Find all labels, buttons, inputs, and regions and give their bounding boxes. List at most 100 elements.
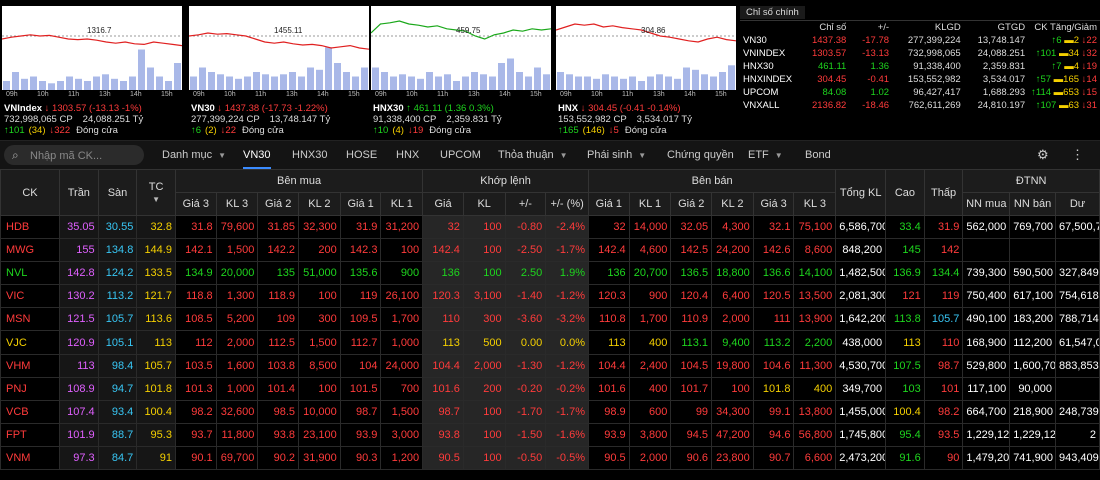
symbol[interactable]: NVL: [0, 261, 60, 286]
ask-cell[interactable]: 2,400: [628, 353, 672, 378]
bid-cell[interactable]: 8,500: [298, 353, 341, 378]
bid-cell[interactable]: 2,000: [215, 330, 259, 355]
ask-cell[interactable]: 104.5: [670, 353, 713, 378]
index-row[interactable]: UPCOM 84.08 1.02 96,427,417 1,688.293 ↑114 ▬6…: [740, 86, 1100, 99]
ask-cell[interactable]: 110.8: [587, 307, 630, 332]
mini-chart-vn30[interactable]: 1455.11 09h 10h 11h 13h 14h 15h VN30 ↓ 1437.38 …: [189, 6, 369, 136]
ask-cell[interactable]: 142.5: [670, 238, 713, 263]
bid-cell[interactable]: 1,300: [215, 284, 259, 309]
ask-cell[interactable]: 400: [628, 376, 672, 401]
symbol[interactable]: PNJ: [0, 376, 60, 401]
ask-cell[interactable]: 4,600: [628, 238, 672, 263]
symbol[interactable]: VIC: [0, 284, 60, 309]
bid-cell[interactable]: 108.5: [174, 307, 217, 332]
bid-cell[interactable]: 5,200: [215, 307, 259, 332]
symbol[interactable]: VNM: [0, 445, 60, 471]
bid-cell[interactable]: 26,100: [380, 284, 424, 309]
table-row[interactable]: VIC 130.2 113.2 121.7 118.8 1,300 118.9 100 119 2…: [0, 284, 1100, 309]
ask-cell[interactable]: 90.5: [587, 445, 630, 471]
bid-cell[interactable]: 142.3: [339, 238, 382, 263]
ask-cell[interactable]: 900: [628, 284, 672, 309]
bid-cell[interactable]: 900: [380, 261, 424, 286]
col-kl-2[interactable]: KL 2: [711, 192, 754, 216]
table-row[interactable]: VJC 120.9 105.1 113 112 2,000 112.5 1,500 112.7 1…: [0, 330, 1100, 355]
table-row[interactable]: VNM 97.3 84.7 91 90.1 69,700 90.2 31,900 90.3 1,2…: [0, 445, 1100, 471]
ask-cell[interactable]: 90.7: [752, 445, 795, 471]
ask-cell[interactable]: 110.9: [670, 307, 713, 332]
col-gi-2[interactable]: Giá 2: [257, 192, 300, 216]
bid-cell[interactable]: 90.2: [257, 445, 300, 471]
col--[interactable]: +/- (%): [545, 192, 589, 216]
ask-cell[interactable]: 2,000: [711, 307, 754, 332]
ask-cell[interactable]: 24,200: [711, 238, 754, 263]
bid-cell[interactable]: 1,500: [380, 399, 424, 424]
bid-cell[interactable]: 1,500: [298, 330, 341, 355]
bid-cell[interactable]: 109: [257, 307, 300, 332]
ask-cell[interactable]: 14,000: [628, 214, 672, 240]
bid-cell[interactable]: 69,700: [215, 445, 259, 471]
table-row[interactable]: HDB 35.05 30.55 32.8 31.8 79,600 31.85 32,300 31…: [0, 214, 1100, 240]
index-row[interactable]: HNXINDEX 304.45 -0.41 153,552,982 3,534.017 ↑…: [740, 73, 1100, 86]
ask-cell[interactable]: 20,700: [628, 261, 672, 286]
symbol[interactable]: HDB: [0, 214, 60, 240]
symbol[interactable]: MWG: [0, 238, 60, 263]
bid-cell[interactable]: 142.1: [174, 238, 217, 263]
ask-cell[interactable]: 2,200: [793, 330, 837, 355]
ask-cell[interactable]: 9,400: [711, 330, 754, 355]
ask-cell[interactable]: 94.5: [670, 422, 713, 447]
ask-cell[interactable]: 400: [793, 376, 837, 401]
table-row[interactable]: NVL 142.8 124.2 133.5 134.9 20,000 135 51,000 13…: [0, 261, 1100, 286]
ask-cell[interactable]: 98.9: [587, 399, 630, 424]
ask-cell[interactable]: 113.1: [670, 330, 713, 355]
gear-icon[interactable]: ⚙: [1037, 141, 1049, 169]
ask-cell[interactable]: 13,800: [793, 399, 837, 424]
tab-hnx30[interactable]: HNX30: [292, 141, 327, 169]
ask-cell[interactable]: 104.6: [752, 353, 795, 378]
col-low[interactable]: Thấp: [923, 169, 964, 216]
bid-cell[interactable]: 23,100: [298, 422, 341, 447]
bid-cell[interactable]: 31.8: [174, 214, 217, 240]
col-ceiling[interactable]: Trần: [59, 169, 99, 216]
col-kl-1[interactable]: KL 1: [380, 192, 424, 216]
bid-cell[interactable]: 101.3: [174, 376, 217, 401]
symbol[interactable]: FPT: [0, 422, 60, 447]
symbol[interactable]: VHM: [0, 353, 60, 378]
index-row[interactable]: VN30 1437.38 -17.78 277,399,224 13,748.147 ↑6…: [740, 34, 1100, 47]
bid-cell[interactable]: 31,200: [380, 214, 424, 240]
bid-cell[interactable]: 10,000: [298, 399, 341, 424]
bid-cell[interactable]: 1,000: [380, 330, 424, 355]
bid-cell[interactable]: 300: [298, 307, 341, 332]
bid-cell[interactable]: 31.9: [339, 214, 382, 240]
ask-cell[interactable]: 136.6: [752, 261, 795, 286]
col-kl-3[interactable]: KL 3: [215, 192, 259, 216]
mini-chart-hnx[interactable]: 304.86 09h 10h 11h 13h 14h 15h HNX ↓ 304.45 (-0…: [556, 6, 736, 136]
ask-cell[interactable]: 93.9: [587, 422, 630, 447]
bid-cell[interactable]: 142.2: [257, 238, 300, 263]
bid-cell[interactable]: 100: [298, 284, 341, 309]
symbol[interactable]: VJC: [0, 330, 60, 355]
ask-cell[interactable]: 113: [587, 330, 630, 355]
col-high[interactable]: Cao: [885, 169, 925, 216]
ask-cell[interactable]: 101.8: [752, 376, 795, 401]
ask-cell[interactable]: 19,800: [711, 353, 754, 378]
bid-cell[interactable]: 101.4: [257, 376, 300, 401]
tab-bond[interactable]: Bond: [805, 141, 831, 169]
col-gi-2[interactable]: Giá 2: [670, 192, 713, 216]
bid-cell[interactable]: 24,000: [380, 353, 424, 378]
sort-down-icon[interactable]: ▼: [137, 195, 175, 204]
bid-cell[interactable]: 11,800: [215, 422, 259, 447]
ask-cell[interactable]: 94.6: [752, 422, 795, 447]
col-total-volume[interactable]: Tổng KL: [835, 169, 887, 216]
bid-cell[interactable]: 32,300: [298, 214, 341, 240]
bid-cell[interactable]: 98.5: [257, 399, 300, 424]
bid-cell[interactable]: 31,900: [298, 445, 341, 471]
bid-cell[interactable]: 93.8: [257, 422, 300, 447]
tab-etf[interactable]: ETF ▼: [748, 141, 783, 169]
bid-cell[interactable]: 104: [339, 353, 382, 378]
col-gi-1[interactable]: Giá 1: [587, 192, 630, 216]
bid-cell[interactable]: 103.5: [174, 353, 217, 378]
ask-cell[interactable]: 11,300: [793, 353, 837, 378]
index-row[interactable]: VNINDEX 1303.57 -13.13 732,998,065 24,088.25…: [740, 47, 1100, 60]
bid-cell[interactable]: 93.9: [339, 422, 382, 447]
bid-cell[interactable]: 98.2: [174, 399, 217, 424]
